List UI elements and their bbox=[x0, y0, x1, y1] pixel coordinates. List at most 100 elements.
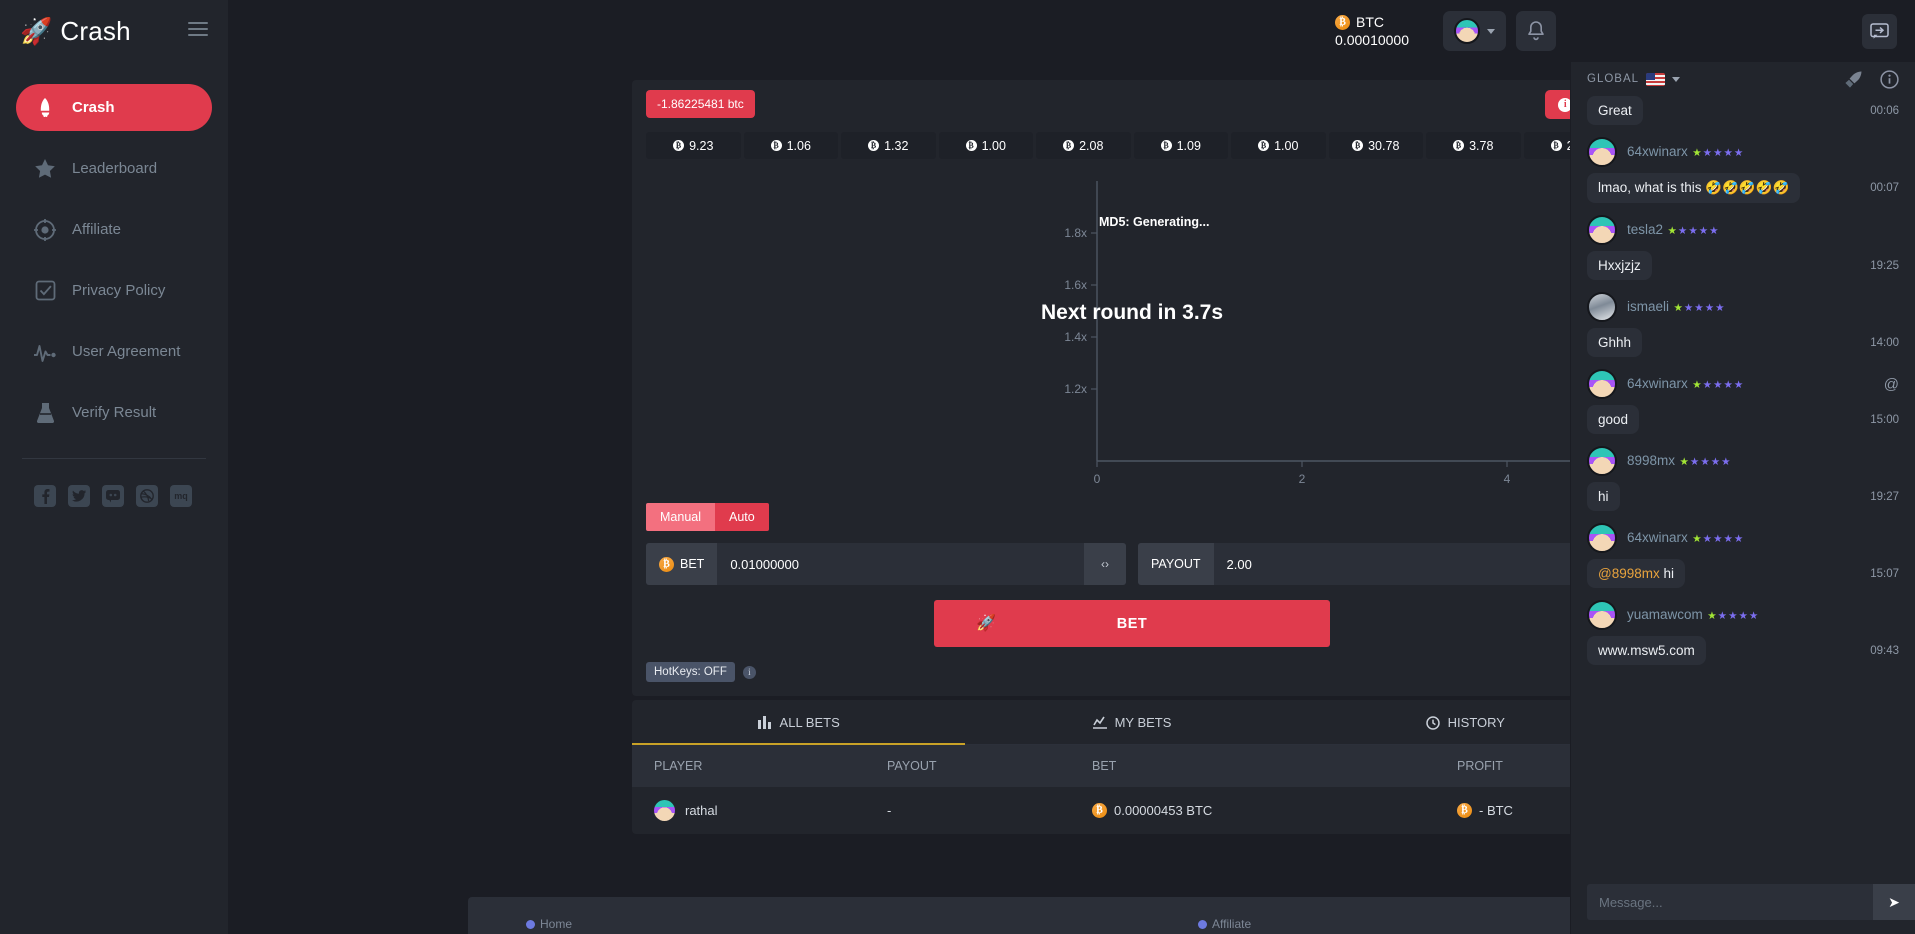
sidebar-item-label: Affiliate bbox=[72, 221, 121, 238]
chat-top-bar bbox=[1571, 0, 1915, 62]
bet-mode-tabs: Manual Auto bbox=[646, 503, 1618, 531]
history-chip[interactable]: ₿1.00 bbox=[939, 132, 1034, 159]
social-links: mq bbox=[0, 459, 228, 507]
message-author[interactable]: 64xwinarx ★★★★★ @ bbox=[1587, 369, 1899, 399]
bets-panel: ALL BETS MY BETS HISTORY PLAYER PAYOUT B… bbox=[632, 700, 1632, 834]
history-chip[interactable]: ₿1.09 bbox=[1134, 132, 1229, 159]
send-message-button[interactable]: ➤ bbox=[1873, 884, 1915, 920]
sidebar-item-privacy-policy[interactable]: Privacy Policy bbox=[16, 267, 212, 314]
hamburger-menu-icon[interactable] bbox=[188, 22, 208, 37]
message-time: 19:25 bbox=[1870, 260, 1899, 272]
tab-auto[interactable]: Auto bbox=[715, 503, 769, 531]
svg-text:4: 4 bbox=[1504, 472, 1511, 486]
sidebar-item-leaderboard[interactable]: Leaderboard bbox=[16, 145, 212, 192]
history-value: 3.78 bbox=[1469, 139, 1493, 153]
balance-display[interactable]: ₿ BTC 0.00010000 bbox=[1335, 14, 1409, 48]
table-row[interactable]: rathal - ₿ 0.00000453 BTC ₿ - BTC bbox=[632, 787, 1632, 834]
clock-icon bbox=[1426, 716, 1440, 730]
chat-message-input[interactable] bbox=[1587, 884, 1873, 920]
mention-label[interactable]: @8998mx bbox=[1598, 566, 1660, 581]
bet-value: 0.00000453 BTC bbox=[1114, 803, 1212, 818]
facebook-icon[interactable] bbox=[34, 485, 56, 507]
rocket-logo-icon: 🚀 bbox=[20, 18, 52, 44]
history-value: 1.32 bbox=[884, 139, 908, 153]
payout-input[interactable] bbox=[1214, 543, 1576, 585]
hotkeys-toggle[interactable]: HotKeys: OFF bbox=[646, 662, 735, 682]
bet-swap-button[interactable]: ‹› bbox=[1084, 543, 1126, 585]
hotkeys-row: HotKeys: OFF i bbox=[646, 662, 1632, 696]
chat-input-row: ➤ bbox=[1587, 884, 1915, 920]
message-author[interactable]: ismaeli ★★★★★ bbox=[1587, 292, 1899, 322]
streak-badge: -1.86225481 btc bbox=[646, 90, 755, 118]
message-text: good bbox=[1587, 405, 1639, 434]
chevron-down-icon[interactable] bbox=[1672, 77, 1680, 82]
bitcoin-icon: ₿ bbox=[1551, 140, 1562, 151]
avatar bbox=[1454, 18, 1480, 44]
chat-message: 64xwinarx ★★★★★ @8998mx hi 15:07 bbox=[1587, 523, 1899, 588]
bet-button[interactable]: 🚀 BET bbox=[934, 600, 1330, 647]
tab-my-bets[interactable]: MY BETS bbox=[965, 700, 1298, 745]
dribbble-icon[interactable] bbox=[136, 485, 158, 507]
bitcoin-icon: ₿ bbox=[1063, 140, 1074, 151]
checkbox-icon bbox=[32, 280, 58, 301]
message-author[interactable]: 8998mx ★★★★★ bbox=[1587, 446, 1899, 476]
chat-header-icons bbox=[1844, 70, 1899, 89]
svg-text:1.2x: 1.2x bbox=[1064, 382, 1087, 396]
sidebar-item-crash[interactable]: Crash bbox=[16, 84, 212, 131]
bitcoin-icon: ₿ bbox=[1352, 140, 1363, 151]
avatar bbox=[1587, 369, 1617, 399]
message-username: 8998mx bbox=[1627, 453, 1675, 468]
history-chip[interactable]: ₿ 3.78 bbox=[1426, 132, 1521, 159]
bell-icon bbox=[1527, 21, 1545, 41]
message-author[interactable]: yuamawcom ★★★★★ bbox=[1587, 600, 1899, 630]
tab-all-bets[interactable]: ALL BETS bbox=[632, 700, 965, 745]
tab-manual[interactable]: Manual bbox=[646, 503, 715, 531]
tab-label: HISTORY bbox=[1448, 715, 1505, 730]
bet-amount-input[interactable] bbox=[717, 543, 1084, 585]
history-chip[interactable]: ₿9.23 bbox=[646, 132, 741, 159]
twitter-icon[interactable] bbox=[68, 485, 90, 507]
history-value: 30.78 bbox=[1368, 139, 1399, 153]
sidebar-item-user-agreement[interactable]: User Agreement bbox=[16, 328, 212, 375]
sidebar-item-verify-result[interactable]: Verify Result bbox=[16, 389, 212, 436]
bet-inputs: ₿ BET ‹› PAYOUT X bbox=[646, 543, 1618, 585]
message-time: 09:43 bbox=[1870, 645, 1899, 657]
medium-icon[interactable]: mq bbox=[170, 485, 192, 507]
history-chip[interactable]: ₿ 30.78 bbox=[1329, 132, 1424, 159]
cell-bet: ₿ 0.00000453 BTC bbox=[1092, 803, 1457, 818]
chat-message: 64xwinarx ★★★★★ lmao, what is this 🤣🤣🤣🤣🤣… bbox=[1587, 137, 1899, 203]
mention-icon[interactable]: @ bbox=[1884, 376, 1899, 393]
tab-label: ALL BETS bbox=[780, 715, 840, 730]
balance-amount: 0.00010000 bbox=[1335, 32, 1409, 48]
history-chip[interactable]: ₿1.06 bbox=[744, 132, 839, 159]
account-menu-button[interactable] bbox=[1443, 11, 1506, 51]
column-header-bet: BET bbox=[1092, 759, 1457, 773]
history-value: 1.09 bbox=[1177, 139, 1201, 153]
rocket-icon: 🚀 bbox=[976, 613, 996, 633]
user-rating-stars: ★★★★★ bbox=[1692, 147, 1744, 159]
chat-messages[interactable]: Great 00:06 64xwinarx ★★★★★ lmao, what i… bbox=[1571, 96, 1915, 872]
bitcoin-icon: ₿ bbox=[1258, 140, 1269, 151]
notifications-button[interactable] bbox=[1516, 11, 1556, 51]
message-author[interactable]: 64xwinarx ★★★★★ bbox=[1587, 523, 1899, 553]
message-username: yuamawcom bbox=[1627, 607, 1703, 622]
sidebar-item-affiliate[interactable]: Affiliate bbox=[16, 206, 212, 253]
bitcoin-icon: ₿ bbox=[1453, 140, 1464, 151]
message-author[interactable]: 64xwinarx ★★★★★ bbox=[1587, 137, 1899, 167]
info-icon[interactable]: i bbox=[743, 666, 756, 679]
chat-header: GLOBAL bbox=[1571, 62, 1915, 96]
sidebar-item-label: Crash bbox=[72, 99, 115, 116]
cell-payout: - bbox=[887, 803, 1092, 818]
history-chip[interactable]: ₿2.08 bbox=[1036, 132, 1131, 159]
sidebar-item-label: Leaderboard bbox=[72, 160, 157, 177]
discord-icon[interactable] bbox=[102, 485, 124, 507]
footer-link-affiliate[interactable]: Affiliate bbox=[1198, 917, 1251, 931]
history-chip[interactable]: ₿1.00 bbox=[1231, 132, 1326, 159]
chat-message: 64xwinarx ★★★★★ @ good 15:00 bbox=[1587, 369, 1899, 434]
tab-label: MY BETS bbox=[1115, 715, 1172, 730]
message-author[interactable]: tesla2 ★★★★★ bbox=[1587, 215, 1899, 245]
chat-collapse-icon[interactable] bbox=[1862, 14, 1897, 49]
history-chip[interactable]: ₿1.32 bbox=[841, 132, 936, 159]
game-panel: -1.86225481 btc i Help ₿9.23 ₿1.06 ₿1.32… bbox=[632, 80, 1632, 696]
footer-link-home[interactable]: Home bbox=[526, 917, 572, 931]
